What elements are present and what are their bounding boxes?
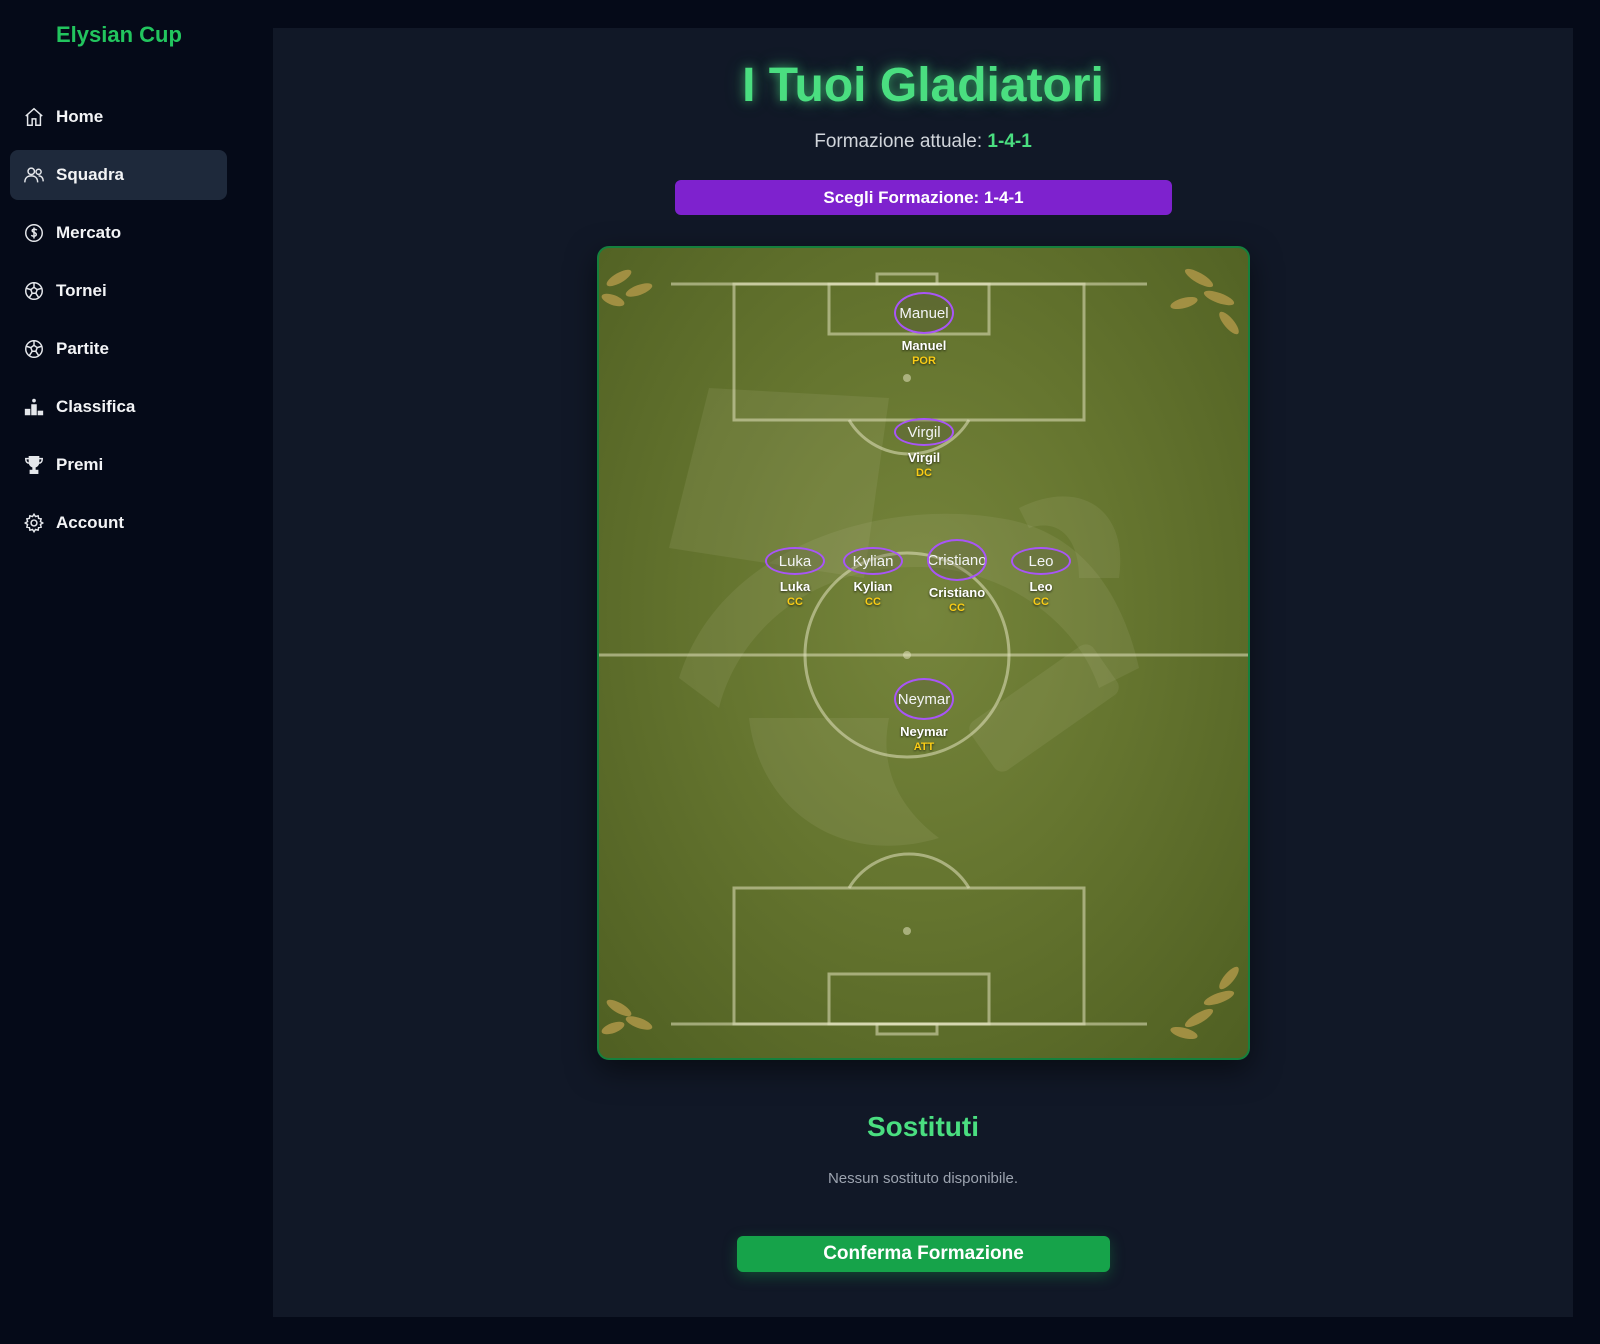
soccer-ball-icon [22,337,46,361]
sidebar-item-label: Classifica [56,397,136,416]
podium-icon [22,395,46,419]
home-icon [22,105,46,129]
pitch-lines [599,268,1248,1040]
player-avatar: Manuel [894,292,954,334]
sidebar-nav: Home Squadra Mercato Tornei Partite Clas… [10,92,227,556]
coin-icon [22,221,46,245]
player-role: CC [949,602,965,614]
player-role: DC [916,467,932,479]
player-name: Neymar [900,724,948,739]
substitutes-title: Sostituti [867,1111,979,1142]
sidebar-item-mercato[interactable]: Mercato [10,208,227,258]
sidebar-item-label: Premi [56,455,104,474]
player-avatar: Neymar [894,678,954,720]
player-name: Kylian [853,579,893,594]
current-formation: Formazione attuale: 1-4-1 [273,131,1573,153]
brand-logo[interactable]: Elysian Cup [56,22,182,48]
player-role: POR [912,355,936,367]
player-card[interactable]: Leo Leo CC [996,547,1086,608]
formation-label: Formazione attuale: [814,131,983,152]
player-card[interactable]: Luka Luka CC [750,547,840,608]
choose-formation-button[interactable]: Scegli Formazione: 1-4-1 [675,180,1172,215]
sidebar-item-partite[interactable]: Partite [10,324,227,374]
sidebar-item-label: Partite [56,339,109,358]
sidebar-item-tornei[interactable]: Tornei [10,266,227,316]
player-avatar: Cristiano [927,539,987,581]
trophy-icon [22,453,46,477]
player-card[interactable]: Kylian Kylian CC [828,547,918,608]
users-icon [22,163,46,187]
player-role: CC [1033,596,1049,608]
gear-icon [22,511,46,535]
player-name: Cristiano [928,585,986,600]
sidebar-item-label: Tornei [56,281,107,300]
sidebar-item-label: Home [56,107,104,126]
player-role: CC [787,596,803,608]
sidebar-item-squadra[interactable]: Squadra [10,150,227,200]
player-name: Manuel [901,338,947,353]
sidebar-item-home[interactable]: Home [10,92,227,142]
page-title: I Tuoi Gladiatori [742,59,1104,112]
substitutes-empty-message: Nessun sostituto disponibile. [827,1170,1019,1187]
player-name: Luka [779,579,811,594]
pitch: Manuel Manuel POR Virgil Virgil DC Luka … [597,246,1250,1060]
player-name: Virgil [907,450,941,465]
player-avatar: Leo [1011,547,1071,575]
sidebar-item-classifica[interactable]: Classifica [10,382,227,432]
player-avatar: Virgil [894,418,954,446]
player-role: CC [865,596,881,608]
sidebar: Elysian Cup Home Squadra Mercato Tornei [0,0,240,1344]
sidebar-item-label: Squadra [56,165,125,184]
confirm-formation-button[interactable]: Conferma Formazione [737,1236,1110,1272]
player-name: Leo [1029,579,1053,594]
player-avatar: Kylian [843,547,903,575]
player-avatar: Luka [765,547,825,575]
player-card[interactable]: Manuel Manuel POR [879,292,969,367]
player-card[interactable]: Neymar Neymar ATT [879,678,969,753]
player-role: ATT [913,741,935,753]
sidebar-item-label: Account [56,513,124,532]
sidebar-item-account[interactable]: Account [10,498,227,548]
sidebar-item-label: Mercato [56,223,122,242]
sidebar-item-premi[interactable]: Premi [10,440,227,490]
formation-value: 1-4-1 [987,131,1032,152]
player-card[interactable]: Virgil Virgil DC [879,418,969,479]
main-panel: I Tuoi Gladiatori Formazione attuale: 1-… [273,28,1573,1317]
player-card[interactable]: Cristiano Cristiano CC [912,539,1002,614]
soccer-ball-icon [22,279,46,303]
